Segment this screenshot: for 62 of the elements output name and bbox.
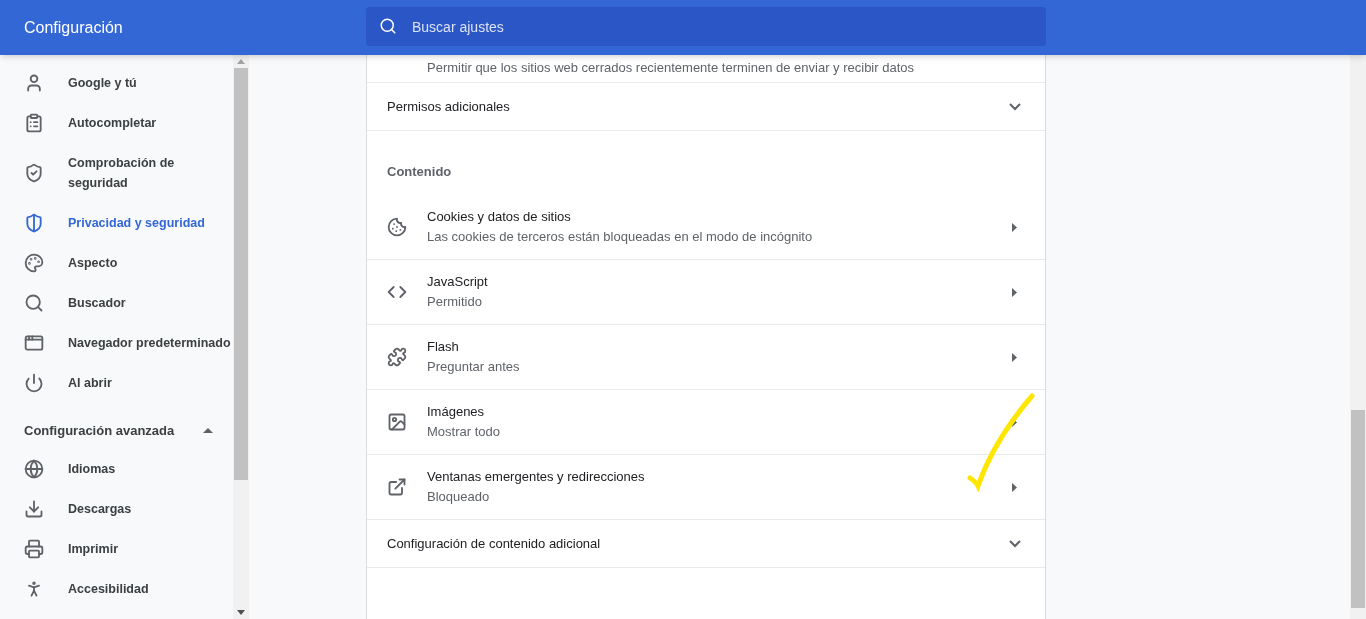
image-icon: [387, 412, 407, 432]
clipboard-icon: [24, 113, 44, 133]
power-icon: [24, 373, 44, 393]
setting-label: Imágenes: [427, 403, 486, 421]
sidebar-item[interactable]: Descargas: [0, 488, 233, 529]
search-field[interactable]: Buscar ajustes: [366, 7, 1046, 46]
setting-row[interactable]: Imágenes Mostrar todo: [367, 390, 1045, 455]
sidebar-scrollbar[interactable]: [233, 55, 249, 619]
printer-icon: [24, 538, 44, 559]
shield-check-icon: [24, 163, 44, 183]
sidebar-item[interactable]: Buscador: [0, 283, 233, 323]
scroll-up-icon[interactable]: [237, 59, 245, 64]
setting-label: Ventanas emergentes y redirecciones: [427, 468, 646, 486]
scroll-down-icon[interactable]: [237, 610, 245, 615]
section-heading: Contenido: [387, 164, 452, 179]
setting-description: Preguntar antes: [427, 358, 521, 376]
sidebar-item[interactable]: Accesibilidad: [0, 568, 233, 609]
setting-row[interactable]: Cookies y datos de sitios Las cookies de terceros están bloqueadas en el modo de incógnito: [367, 195, 1045, 260]
scrollbar-thumb[interactable]: [234, 68, 248, 480]
sidebar-item[interactable]: Navegador predeterminado: [0, 323, 233, 363]
arrow-right-icon: [1012, 352, 1017, 362]
external-link-icon: [387, 477, 407, 497]
setting-description: Las cookies de terceros están bloqueadas en el modo de incógnito: [427, 228, 814, 246]
setting-description: Mostrar todo: [427, 423, 501, 441]
collapse-arrow-icon: [203, 428, 213, 434]
globe-icon: [24, 458, 44, 479]
search-icon: [24, 293, 44, 313]
expandable-setting-row[interactable]: Configuración de contenido adicional: [367, 520, 1045, 568]
setting-label: Flash: [427, 338, 460, 356]
user-icon: [24, 73, 44, 93]
sidebar-item[interactable]: Google y tú: [0, 63, 233, 103]
arrow-right-icon: [1012, 222, 1017, 232]
setting-label: JavaScript: [427, 273, 489, 291]
sidebar-item[interactable]: Comprobación de seguridad: [0, 143, 233, 203]
setting-description: Permitido: [427, 293, 483, 311]
download-icon: [24, 498, 44, 519]
advanced-section-toggle[interactable]: Configuración avanzada: [0, 403, 233, 449]
sidebar-item[interactable]: Imprimir: [0, 528, 233, 569]
sidebar-item[interactable]: Aspecto: [0, 243, 233, 283]
sidebar-item[interactable]: Privacidad y seguridad: [0, 203, 233, 243]
browser-window-icon: [24, 333, 44, 353]
palette-icon: [24, 253, 44, 273]
expandable-setting-row[interactable]: Permisos adicionales: [367, 83, 1045, 131]
sidebar-item[interactable]: Autocompletar: [0, 103, 233, 143]
arrow-right-icon: [1012, 482, 1017, 492]
sidebar-item[interactable]: Idiomas: [0, 448, 233, 489]
chevron-down-icon: [1009, 102, 1021, 111]
scrollbar-thumb[interactable]: [1351, 410, 1365, 608]
arrow-right-icon: [1012, 287, 1017, 297]
setting-row[interactable]: Flash Preguntar antes: [367, 325, 1045, 390]
chevron-down-icon: [1009, 539, 1021, 548]
puzzle-icon: [387, 347, 407, 367]
cookie-icon: [387, 217, 407, 237]
setting-row[interactable]: Ventanas emergentes y redirecciones Bloqueado: [367, 455, 1045, 520]
setting-label: Cookies y datos de sitios: [427, 208, 572, 226]
sidebar-item[interactable]: Al abrir: [0, 363, 233, 403]
setting-row[interactable]: JavaScript Permitido: [367, 260, 1045, 325]
search-icon: [379, 17, 397, 35]
shield-icon: [24, 213, 44, 233]
page-title: Configuración: [23, 17, 124, 38]
setting-description: Permitir que los sitios web cerrados recientemente terminen de enviar y recibir datos: [427, 60, 914, 75]
setting-description: Bloqueado: [427, 488, 491, 506]
